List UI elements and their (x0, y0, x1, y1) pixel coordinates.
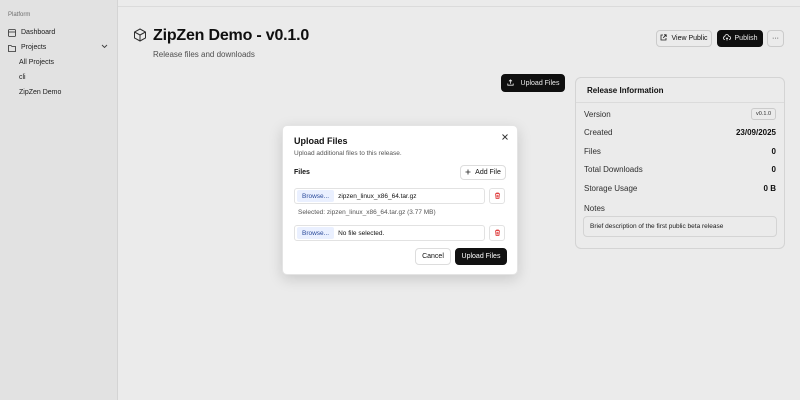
file-input-1[interactable]: Browse... zipzen_linux_x86_64.tar.gz (294, 188, 485, 204)
trash-icon (494, 192, 501, 201)
close-icon[interactable] (500, 133, 510, 143)
remove-file-button[interactable] (489, 225, 505, 241)
file-name: No file selected. (338, 229, 385, 237)
file-name: zipzen_linux_x86_64.tar.gz (338, 192, 417, 200)
upload-files-submit-button[interactable]: Upload Files (455, 248, 507, 265)
files-label: Files (294, 169, 310, 176)
file-input-2[interactable]: Browse... No file selected. (294, 225, 485, 241)
selected-file-info: Selected: zipzen_linux_x86_64.tar.gz (3.… (298, 209, 436, 216)
upload-files-dialog: Upload Files Upload additional files to … (282, 125, 518, 275)
trash-icon (494, 229, 501, 238)
plus-icon (465, 169, 471, 177)
dialog-description: Upload additional files to this release. (294, 150, 402, 157)
dialog-title: Upload Files (294, 136, 348, 146)
remove-file-button[interactable] (489, 188, 505, 204)
browse-button[interactable]: Browse... (297, 227, 335, 239)
browse-button[interactable]: Browse... (297, 190, 335, 202)
add-file-button[interactable]: Add File (460, 165, 506, 180)
cancel-button[interactable]: Cancel (415, 248, 451, 265)
add-file-label: Add File (475, 169, 501, 176)
